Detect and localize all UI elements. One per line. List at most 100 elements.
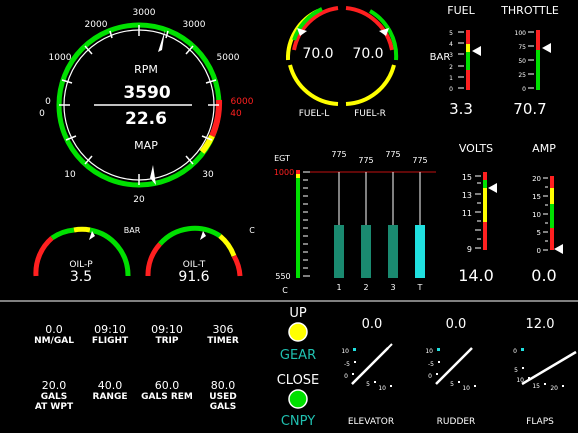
amp-bar-gauge: AMP 20 15 10 5 0 0.0 (531, 142, 563, 285)
amp-value: 0.0 (531, 266, 556, 285)
stat-trip-label: TRIP (155, 336, 178, 346)
fuel-tick-2: 2 (449, 64, 453, 71)
flaps-tick-5: 5 (514, 367, 518, 374)
flaps-value: 12.0 (526, 317, 555, 332)
fuel-tick-1: 1 (449, 75, 453, 82)
stat-nm-gal-label: NM/GAL (34, 336, 74, 346)
flaps-tick-20: 20 (550, 385, 558, 392)
amp-tick-15: 15 (532, 193, 541, 201)
amp-tick-20: 20 (532, 175, 541, 183)
rudder-tick-10b: 10 (462, 385, 470, 392)
rudder-value: 0.0 (446, 317, 467, 332)
amp-title: AMP (532, 142, 556, 155)
flaps-tick-0: 0 (513, 348, 517, 355)
flaps-label: FLAPS (526, 417, 554, 427)
flaps-tick-15: 15 (532, 383, 540, 390)
fuel-pointer (472, 46, 481, 56)
stat-used-gals-label-1: USED (209, 392, 236, 402)
stat-range-value: 40.0 (98, 379, 123, 392)
fuel-unit: BAR (430, 52, 451, 63)
rudder-tick-0: 0 (428, 373, 432, 380)
stats-panel: 0.0 NM/GAL 09:10 FLIGHT 09:10 TRIP 306 T… (34, 323, 239, 412)
stat-gals-rem-value: 60.0 (155, 379, 180, 392)
stat-used-gals-value: 80.0 (211, 379, 236, 392)
volts-bar-gauge: VOLTS 15 13 11 9 14.0 (458, 142, 497, 285)
fuel-l-value: 70.0 (302, 46, 333, 62)
gear-light (288, 322, 308, 342)
egt-cyl-2-label: 2 (363, 283, 368, 292)
egt-bar-1 (334, 225, 344, 278)
fuel-tick-3: 3 (449, 52, 453, 59)
egt-unit: C (282, 286, 288, 295)
amp-tick-5: 5 (537, 229, 541, 237)
amp-tick-10: 10 (532, 211, 541, 219)
throttle-tick-25: 25 (518, 72, 526, 79)
rpm-tick-1000: 1000 (49, 53, 72, 63)
volts-tick-11: 11 (462, 209, 472, 218)
gear-label: GEAR (280, 348, 316, 363)
egt-bar-3 (388, 225, 398, 278)
volts-tick-15: 15 (462, 173, 472, 182)
engine-monitor: 2000 3000 3000 1000 5000 0 6000 0 40 10 … (0, 4, 578, 429)
egt-cyl-3-value: 775 (385, 150, 400, 159)
stat-nm-gal-value: 0.0 (45, 323, 63, 336)
rudder-tick-m5: -5 (428, 361, 434, 368)
egt-max-label: 1000 (274, 168, 294, 177)
egt-bar-2 (361, 225, 371, 278)
egt-min-label: 550 (275, 272, 290, 281)
fuel-r-value: 70.0 (352, 46, 383, 62)
rpm-tick-6000: 6000 (231, 97, 254, 107)
fuel-tanks-gauge: 70.0 70.0 FUEL-L FUEL-R (285, 6, 399, 119)
oil-t-pointer (200, 231, 206, 240)
canopy-light (288, 389, 308, 409)
throttle-tick-50: 50 (518, 58, 526, 65)
throttle-value: 70.7 (513, 100, 546, 118)
stat-gals-wpt-label-2: AT WPT (35, 402, 74, 412)
map-value: 22.6 (125, 109, 167, 129)
map-title: MAP (134, 139, 158, 152)
throttle-tick-0: 0 (522, 86, 526, 93)
throttle-bar-gauge: THROTTLE 100 75 50 25 0 70.7 (500, 4, 559, 118)
egt-cyl-2-value: 775 (358, 156, 373, 165)
map-tick-10: 10 (64, 170, 76, 180)
volts-value: 14.0 (458, 266, 494, 285)
rpm-value: 3590 (123, 83, 170, 103)
fuel-tick-4: 4 (449, 41, 453, 48)
rpm-tick-5000: 5000 (217, 53, 240, 63)
egt-gauge: EGT 1000 550 C 775 775 775 775 1 2 3 T (274, 150, 436, 295)
fuel-tick-5: 5 (449, 30, 453, 37)
gear-indicator: UP GEAR (280, 306, 316, 363)
rudder-trim: 0.0 10 -5 0 5 10 RUDDER (425, 317, 476, 427)
rudder-tick-5: 5 (450, 381, 454, 388)
stat-trip-value: 09:10 (151, 323, 183, 336)
throttle-tick-100: 100 (515, 30, 527, 37)
rudder-tick-10a: 10 (425, 348, 433, 355)
oil-p-unit: BAR (124, 226, 141, 235)
stat-gals-wpt-value: 20.0 (42, 379, 67, 392)
elevator-tick-0: 0 (344, 373, 348, 380)
stat-gals-wpt-label-1: GALS (41, 392, 68, 402)
volts-pointer (488, 183, 497, 193)
egt-cyl-t-value: 775 (412, 156, 427, 165)
rudder-label: RUDDER (437, 417, 476, 427)
canopy-label: CNPY (281, 414, 315, 429)
rpm-tick-0: 0 (45, 97, 51, 107)
fuel-tick-0: 0 (449, 86, 453, 93)
amp-pointer (554, 244, 563, 254)
stat-range-label: RANGE (93, 392, 128, 402)
fuel-r-label: FUEL-R (354, 109, 386, 119)
map-tick-30: 30 (202, 170, 214, 180)
oil-t-unit: C (249, 226, 255, 235)
throttle-title: THROTTLE (500, 4, 559, 17)
canopy-indicator: CLOSE CNPY (277, 373, 320, 429)
elevator-tick-5: 5 (366, 381, 370, 388)
stat-gals-rem-label: GALS REM (141, 392, 193, 402)
map-tick-40: 40 (230, 109, 242, 119)
egt-title: EGT (274, 154, 290, 163)
egt-overall-bar (296, 178, 300, 278)
rpm-tick-4000: 3000 (183, 20, 206, 30)
rpm-title: RPM (134, 63, 158, 76)
fuel-l-label: FUEL-L (299, 109, 330, 119)
map-tick-0: 0 (39, 109, 45, 119)
elevator-tick-10a: 10 (341, 348, 349, 355)
